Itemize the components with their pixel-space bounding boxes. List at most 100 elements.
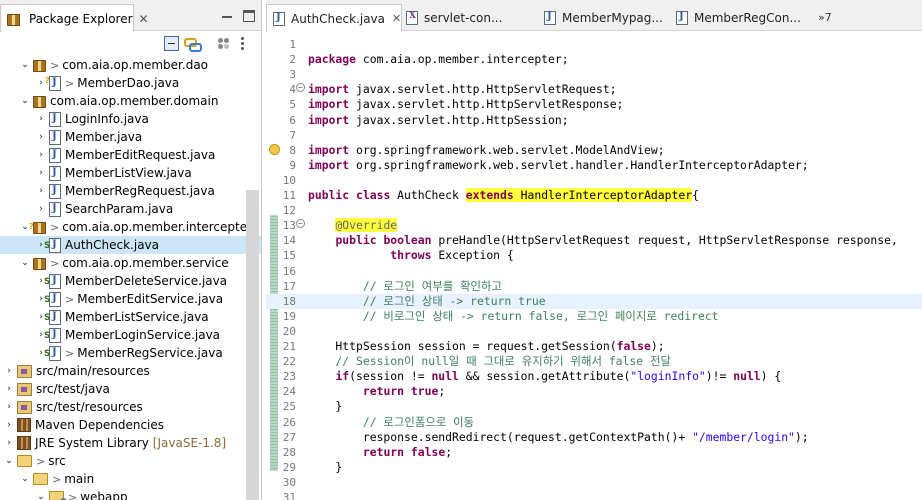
chevron-right-icon[interactable]: › bbox=[36, 146, 46, 164]
tree-item[interactable]: ⌄ com.aia.op.member.domain bbox=[0, 92, 261, 110]
code-line[interactable]: 28 return false; bbox=[266, 445, 922, 460]
chevron-right-icon[interactable]: › bbox=[4, 398, 14, 416]
chevron-down-icon[interactable]: ⌄ bbox=[20, 470, 30, 488]
outgoing-change-marker: > bbox=[65, 292, 75, 306]
code-line[interactable]: 9 import org.springframework.web.servlet.… bbox=[266, 158, 922, 173]
code-line[interactable]: 1 bbox=[266, 37, 922, 52]
tree-item[interactable]: › src/test/resources bbox=[0, 398, 261, 416]
tree-item[interactable]: › MemberListView.java bbox=[0, 164, 261, 182]
code-line[interactable]: 22 // Session이 null일 때 그대로 유지하기 위해서 fals… bbox=[266, 354, 922, 369]
code-line[interactable]: 10 bbox=[266, 173, 922, 188]
tree-item[interactable]: ⌄ > webapp bbox=[0, 488, 261, 500]
focus-on-active-task-icon[interactable] bbox=[216, 36, 231, 51]
code-line[interactable]: 2 package com.aia.op.member.intercepter; bbox=[266, 52, 922, 67]
code-text: @Override bbox=[308, 218, 398, 233]
tree-item[interactable]: ›>MemberEditService.java bbox=[0, 290, 261, 308]
package-explorer-scrollbar[interactable] bbox=[246, 190, 259, 500]
tree-item[interactable]: › SearchParam.java bbox=[0, 200, 261, 218]
tree-item[interactable]: ›MemberDeleteService.java bbox=[0, 272, 261, 290]
code-line[interactable]: 8 import org.springframework.web.servlet.… bbox=[266, 143, 922, 158]
tree-item[interactable]: ›>MemberRegService.java bbox=[0, 344, 261, 362]
view-menu-icon[interactable] bbox=[240, 36, 244, 50]
code-line[interactable]: 27 response.sendRedirect(request.getCont… bbox=[266, 430, 922, 445]
code-line[interactable]: 5 import javax.servlet.http.HttpServletRe… bbox=[266, 97, 922, 112]
tree-item[interactable]: ›AuthCheck.java bbox=[0, 236, 261, 254]
tree-item[interactable]: ›MemberListService.java bbox=[0, 308, 261, 326]
collapse-all-icon[interactable] bbox=[164, 36, 179, 51]
code-line[interactable]: 7 bbox=[266, 128, 922, 143]
chevron-down-icon[interactable]: ⌄ bbox=[20, 92, 30, 110]
code-line[interactable]: 15 throws Exception { bbox=[266, 248, 922, 263]
tab-package-explorer[interactable]: Package Explorer ✕ bbox=[0, 4, 149, 32]
chevron-right-icon[interactable]: › bbox=[36, 110, 46, 128]
chevron-right-icon[interactable]: › bbox=[36, 164, 46, 182]
tree-item[interactable]: ⌄ > main bbox=[0, 470, 261, 488]
tree-item[interactable]: ⌄ > src bbox=[0, 452, 261, 470]
code-line[interactable]: 21 HttpSession session = request.getSess… bbox=[266, 339, 922, 354]
tree-item[interactable]: ›>MemberDao.java bbox=[0, 74, 261, 92]
code-line[interactable]: 18 // 로그인 상태 -> return true bbox=[266, 293, 922, 309]
code-line[interactable]: 19 // 비로그인 상태 -> return false, 로그인 페이지로 … bbox=[266, 309, 922, 324]
code-line[interactable]: 11 public class AuthCheck extends Handler… bbox=[266, 188, 922, 203]
tree-item[interactable]: › Maven Dependencies bbox=[0, 416, 261, 434]
editor-text-area[interactable]: 1 2 package com.aia.op.member.intercepter;… bbox=[266, 31, 922, 500]
editor-tab[interactable]: servlet-con... bbox=[400, 4, 502, 32]
outgoing-change-marker: > bbox=[50, 58, 60, 72]
code-line[interactable]: 25 } bbox=[266, 399, 922, 414]
code-line[interactable]: 12 bbox=[266, 203, 922, 218]
chevron-down-icon[interactable]: ⌄ bbox=[20, 56, 30, 74]
code-line[interactable]: 3 bbox=[266, 67, 922, 82]
chevron-right-icon[interactable]: › bbox=[4, 362, 14, 380]
code-token: ) { bbox=[760, 369, 782, 384]
editor-tab-label: MemberMypag... bbox=[562, 11, 663, 25]
editor-tab[interactable]: MemberRegCon... bbox=[670, 4, 801, 32]
tree-item[interactable]: ⌄ > com.aia.op.member.dao bbox=[0, 56, 261, 74]
code-line[interactable]: 29 } bbox=[266, 460, 922, 475]
code-line[interactable]: 17 // 로그인 여부를 확인하고 bbox=[266, 279, 922, 294]
more-tabs-indicator[interactable]: »7 bbox=[818, 11, 832, 24]
editor-tab[interactable]: AuthCheck.java✕ bbox=[266, 4, 403, 32]
chevron-right-icon[interactable]: › bbox=[4, 434, 14, 452]
code-line[interactable]: 14 public boolean preHandle(HttpServletR… bbox=[266, 233, 922, 248]
chevron-down-icon[interactable]: ⌄ bbox=[4, 452, 14, 470]
tree-item[interactable]: › src/main/resources bbox=[0, 362, 261, 380]
code-line[interactable]: 30 bbox=[266, 475, 922, 490]
tree-item[interactable]: › MemberEditRequest.java bbox=[0, 146, 261, 164]
code-line[interactable]: 23 if(session != null && session.getAttr… bbox=[266, 369, 922, 384]
minimize-icon[interactable] bbox=[221, 10, 233, 22]
spring-java-file-icon bbox=[44, 345, 61, 361]
code-line[interactable]: 6 import javax.servlet.http.HttpSession; bbox=[266, 113, 922, 128]
tree-item[interactable]: › Member.java bbox=[0, 128, 261, 146]
chevron-right-icon[interactable]: › bbox=[36, 182, 46, 200]
code-line[interactable]: 4− import javax.servlet.http.HttpServletR… bbox=[266, 82, 922, 97]
fold-toggle-icon[interactable]: − bbox=[296, 83, 305, 93]
close-icon[interactable]: ✕ bbox=[139, 12, 149, 26]
code-line[interactable]: 24 return true; bbox=[266, 384, 922, 399]
tree-item[interactable]: › LoginInfo.java bbox=[0, 110, 261, 128]
code-line[interactable]: 26 // 로그인폼으로 이동 bbox=[266, 415, 922, 430]
chevron-right-icon[interactable]: › bbox=[4, 416, 14, 434]
tree-item-label: Member.java bbox=[65, 130, 143, 144]
tree-item[interactable]: › MemberRegRequest.java bbox=[0, 182, 261, 200]
code-line[interactable]: 31 bbox=[266, 490, 922, 500]
tree-item[interactable]: ›MemberLoginService.java bbox=[0, 326, 261, 344]
warning-icon[interactable] bbox=[269, 143, 280, 155]
code-line[interactable]: 13− @Override bbox=[266, 218, 922, 233]
tree-item[interactable]: ⌄ > com.aia.op.member.service bbox=[0, 254, 261, 272]
chevron-right-icon[interactable]: › bbox=[36, 200, 46, 218]
maximize-icon[interactable] bbox=[243, 10, 255, 22]
chevron-right-icon[interactable]: › bbox=[36, 128, 46, 146]
fold-toggle-icon[interactable]: − bbox=[296, 219, 305, 229]
chevron-down-icon[interactable]: ⌄ bbox=[20, 254, 30, 272]
code-token: ; bbox=[445, 444, 453, 459]
code-line[interactable]: 16 bbox=[266, 264, 922, 279]
chevron-right-icon[interactable]: › bbox=[4, 380, 14, 398]
tree-item[interactable]: › JRE System Library [JavaSE-1.8] bbox=[0, 434, 261, 452]
chevron-down-icon[interactable]: ⌄ bbox=[36, 488, 46, 500]
code-line[interactable]: 20 bbox=[266, 324, 922, 339]
tree-item[interactable]: ⌄>com.aia.op.member.intercepte bbox=[0, 218, 261, 236]
editor-tab[interactable]: MemberMypag... bbox=[538, 4, 663, 32]
tree-item[interactable]: › src/test/java bbox=[0, 380, 261, 398]
link-with-editor-icon[interactable] bbox=[184, 36, 202, 52]
